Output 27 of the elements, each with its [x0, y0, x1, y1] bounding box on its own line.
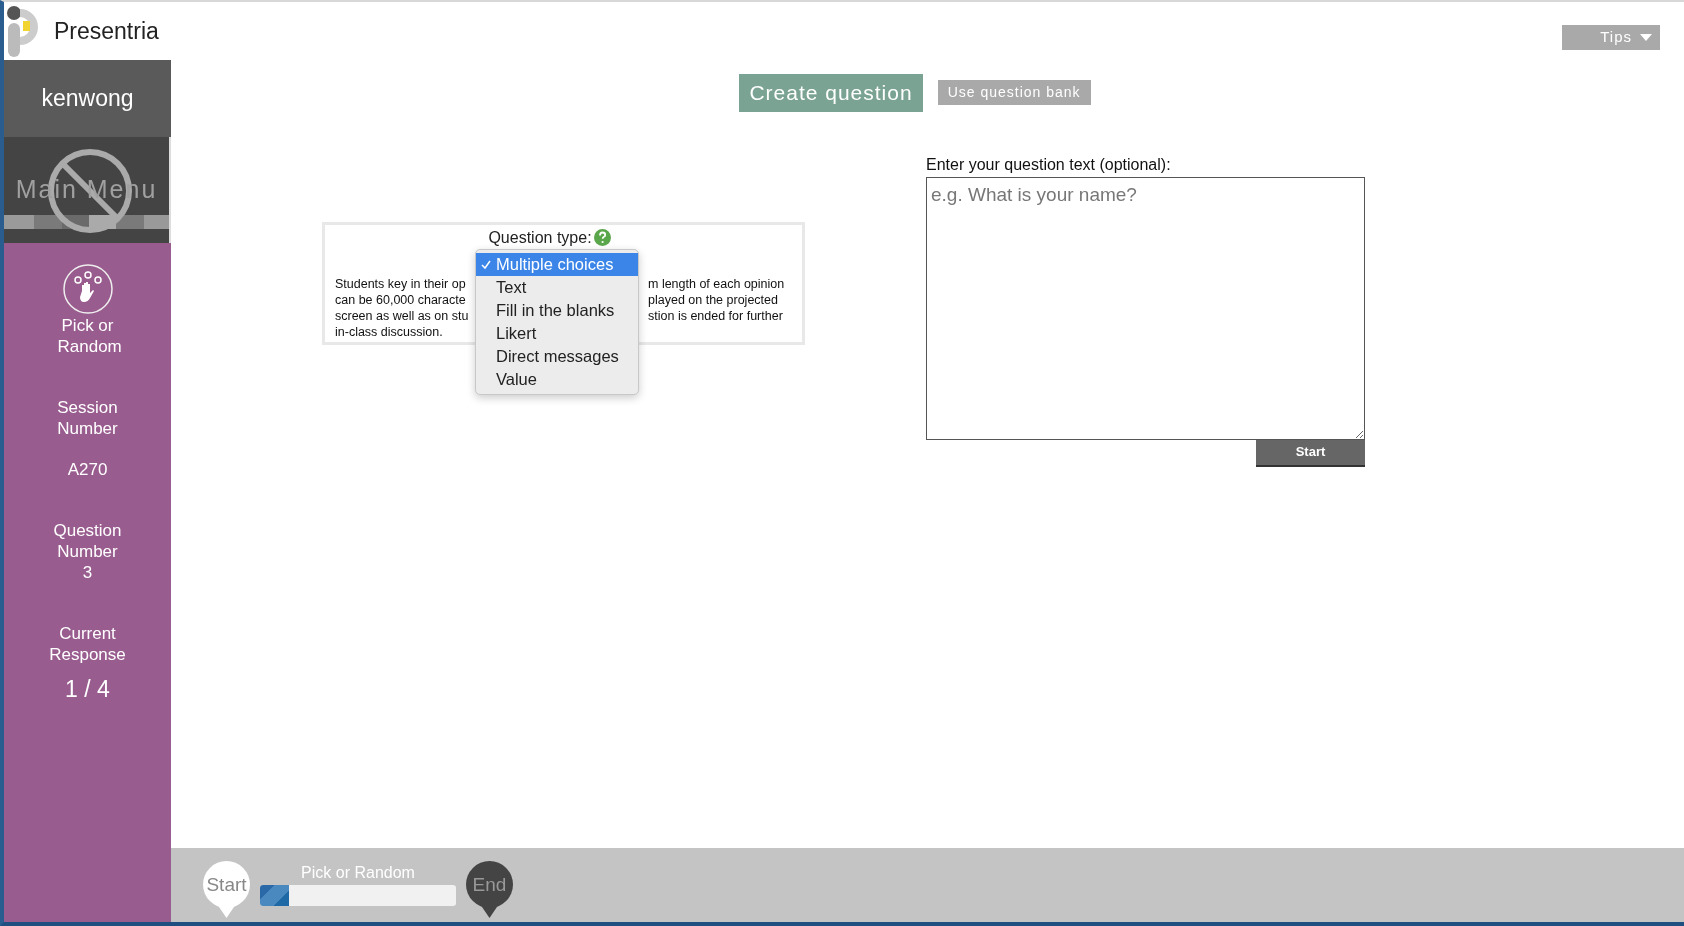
- dropdown-option[interactable]: Direct messages: [476, 344, 638, 368]
- app-name: Presentria: [54, 16, 159, 46]
- stat-value: 3: [81, 562, 94, 583]
- stat-label: Question Number: [52, 520, 123, 562]
- progress-label: Pick or Random: [301, 864, 415, 882]
- question-text-label: Enter your question text (optional):: [926, 154, 1172, 175]
- checkmark-icon: [481, 259, 491, 270]
- dropdown-option[interactable]: Fill in the blanks: [476, 298, 638, 322]
- hand-icon[interactable]: [61, 263, 114, 315]
- help-icon[interactable]: [593, 229, 611, 246]
- start-button[interactable]: Start: [1256, 439, 1365, 467]
- description-text: stion is ended for further: [648, 307, 784, 324]
- stat-label: Current Response: [48, 623, 127, 665]
- username: kenwong: [4, 60, 171, 137]
- stat-value: 1 / 4: [64, 679, 111, 700]
- description-text: m length of each opinion: [648, 275, 786, 292]
- stat-value: A270: [66, 459, 109, 480]
- caret-icon: [1640, 33, 1652, 41]
- description-text: can be 60,000 characte: [335, 291, 467, 308]
- question-type-label: Question type:: [488, 227, 592, 248]
- dropdown-option[interactable]: Value: [476, 367, 638, 391]
- question-text-field[interactable]: e.g. What is your name?: [926, 176, 1365, 440]
- dropdown-option[interactable]: Likert: [476, 321, 638, 345]
- dropdown-option[interactable]: Multiple choices: [476, 252, 638, 276]
- dropdown-option[interactable]: Text: [476, 275, 638, 299]
- stat-label: Session Number: [56, 397, 119, 439]
- description-text: played on the projected: [648, 291, 779, 308]
